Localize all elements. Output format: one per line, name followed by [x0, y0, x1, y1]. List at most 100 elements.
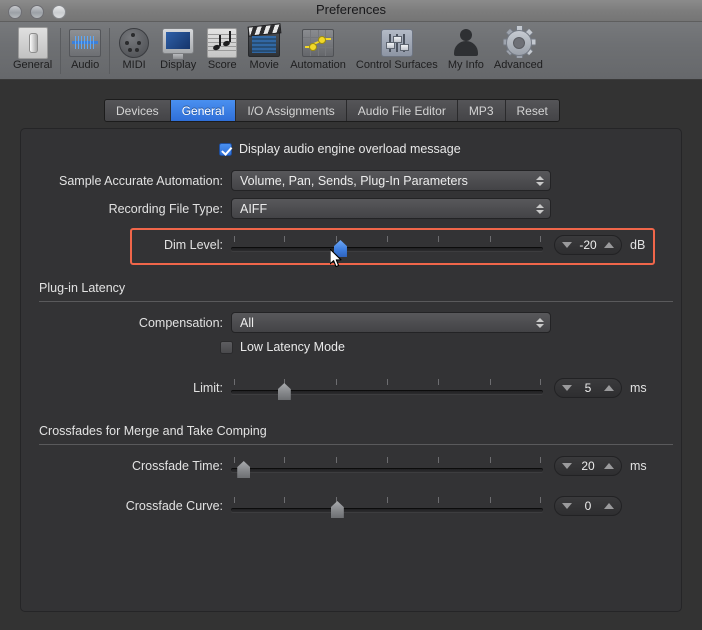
limit-label: Limit: [193, 381, 223, 395]
recording-file-type-select[interactable]: AIFF [231, 198, 551, 219]
stepper-down-icon[interactable] [562, 463, 572, 469]
toolbar-label-movie: Movie [249, 59, 279, 71]
toolbar-label-audio: Audio [71, 59, 100, 71]
movie-clapperboard-icon [247, 23, 282, 58]
toolbar-label-advanced: Advanced [493, 59, 543, 71]
crossfade-time-label: Crossfade Time: [131, 459, 223, 473]
gear-icon [502, 26, 536, 58]
dim-level-stepper[interactable]: -20 [554, 235, 622, 255]
dim-level-unit: dB [630, 238, 646, 252]
crossfade-time-stepper[interactable]: 20 [554, 456, 622, 476]
toolbar-divider [109, 28, 111, 74]
preferences-window: Preferences General Audio MIDI Display S… [0, 0, 702, 630]
stepper-down-icon[interactable] [562, 503, 572, 509]
display-monitor-icon [162, 26, 195, 59]
sample-accurate-automation-row: Sample Accurate Automation: Volume, Pan,… [31, 170, 556, 191]
toolbar-label-display: Display [160, 59, 197, 71]
tab-mp3[interactable]: MP3 [457, 100, 506, 121]
compensation-label: Compensation: [138, 315, 223, 330]
toolbar-label-automation: Automation [290, 59, 346, 71]
crossfade-time-slider-track [231, 468, 543, 472]
dim-level-label: Dim Level: [163, 238, 223, 252]
plugin-latency-divider [39, 301, 673, 302]
preferences-toolbar: General Audio MIDI Display Score Movie A… [0, 22, 702, 80]
toolbar-item-score[interactable]: Score [201, 24, 243, 71]
tab-reset[interactable]: Reset [505, 100, 559, 121]
toolbar-label-control-surfaces: Control Surfaces [355, 59, 438, 71]
limit-unit: ms [630, 381, 647, 395]
crossfade-time-value: 20 [581, 459, 595, 473]
audio-waveform-icon [69, 26, 102, 58]
toolbar-item-movie[interactable]: Movie [243, 23, 285, 71]
stepper-up-icon[interactable] [604, 385, 614, 391]
dim-level-value: -20 [579, 238, 597, 252]
tab-general[interactable]: General [170, 100, 237, 121]
compensation-select[interactable]: All [231, 312, 551, 333]
chevron-updown-icon [536, 175, 544, 186]
limit-slider[interactable] [231, 377, 543, 400]
toolbar-item-advanced[interactable]: Advanced [489, 24, 548, 71]
crossfade-curve-slider[interactable] [231, 495, 543, 518]
overload-message-label: Display audio engine overload message [239, 142, 461, 156]
dim-level-slider[interactable] [231, 234, 543, 257]
settings-tab-bar: Devices General I/O Assignments Audio Fi… [104, 99, 560, 122]
crossfade-time-slider-thumb[interactable] [237, 461, 251, 478]
toolbar-label-my-info: My Info [447, 59, 484, 71]
compensation-row: Compensation: All [31, 312, 556, 333]
automation-curve-icon [302, 26, 335, 58]
dim-level-row: Dim Level: -20 dB [31, 234, 671, 257]
crossfade-curve-stepper[interactable]: 0 [554, 496, 622, 516]
stepper-up-icon[interactable] [604, 503, 614, 509]
toolbar-item-midi[interactable]: MIDI [113, 24, 155, 71]
stepper-up-icon[interactable] [604, 463, 614, 469]
control-surfaces-fader-icon [380, 26, 413, 58]
crossfade-curve-row: Crossfade Curve: 0 [31, 495, 671, 518]
stepper-down-icon[interactable] [562, 242, 572, 248]
crossfades-section-title: Crossfades for Merge and Take Comping [39, 424, 267, 438]
toolbar-item-general[interactable]: General [8, 24, 57, 71]
title-bar: Preferences [0, 0, 702, 22]
overload-message-checkbox[interactable] [219, 142, 232, 156]
stepper-down-icon[interactable] [562, 385, 572, 391]
limit-stepper[interactable]: 5 [554, 378, 622, 398]
toolbar-item-control-surfaces[interactable]: Control Surfaces [351, 24, 443, 71]
toolbar-item-automation[interactable]: Automation [285, 24, 351, 71]
limit-value: 5 [584, 381, 592, 395]
mouse-pointer [329, 248, 344, 269]
toolbar-label-midi: MIDI [122, 59, 146, 71]
toolbar-item-my-info[interactable]: My Info [443, 24, 489, 71]
sample-accurate-automation-select[interactable]: Volume, Pan, Sends, Plug-In Parameters [231, 170, 551, 191]
score-notes-icon [206, 26, 238, 58]
window-title: Preferences [315, 2, 387, 17]
crossfade-time-unit: ms [630, 459, 647, 473]
midi-port-icon [118, 26, 150, 58]
stepper-up-icon[interactable] [604, 242, 614, 248]
tab-devices[interactable]: Devices [105, 100, 171, 121]
crossfade-curve-label: Crossfade Curve: [125, 499, 223, 513]
limit-slider-thumb[interactable] [277, 383, 291, 400]
chevron-updown-icon [536, 203, 544, 214]
sample-accurate-automation-value: Volume, Pan, Sends, Plug-In Parameters [240, 173, 468, 188]
overload-message-row: Display audio engine overload message [219, 142, 461, 156]
crossfade-curve-value: 0 [584, 499, 592, 513]
toolbar-label-score: Score [207, 59, 237, 71]
tab-io-assignments[interactable]: I/O Assignments [236, 100, 347, 121]
chevron-updown-icon [536, 317, 544, 328]
crossfade-curve-slider-thumb[interactable] [330, 501, 344, 518]
tab-audio-file-editor[interactable]: Audio File Editor [346, 100, 458, 121]
low-latency-mode-label: Low Latency Mode [240, 340, 345, 354]
low-latency-mode-checkbox[interactable] [220, 340, 233, 354]
toolbar-item-audio[interactable]: Audio [64, 24, 106, 71]
crossfades-divider [39, 444, 673, 445]
toolbar-item-display[interactable]: Display [155, 24, 201, 71]
low-latency-mode-row: Low Latency Mode [220, 340, 345, 354]
sample-accurate-automation-label: Sample Accurate Automation: [59, 173, 223, 188]
compensation-value: All [240, 315, 254, 330]
limit-row: Limit: 5 ms [31, 377, 671, 400]
general-icon [17, 26, 49, 59]
recording-file-type-label: Recording File Type: [108, 201, 223, 216]
general-settings-panel: Display audio engine overload message Sa… [20, 128, 682, 612]
recording-file-type-row: Recording File Type: AIFF [31, 198, 556, 219]
crossfade-time-slider[interactable] [231, 455, 543, 478]
dim-level-slider-track [231, 247, 543, 251]
